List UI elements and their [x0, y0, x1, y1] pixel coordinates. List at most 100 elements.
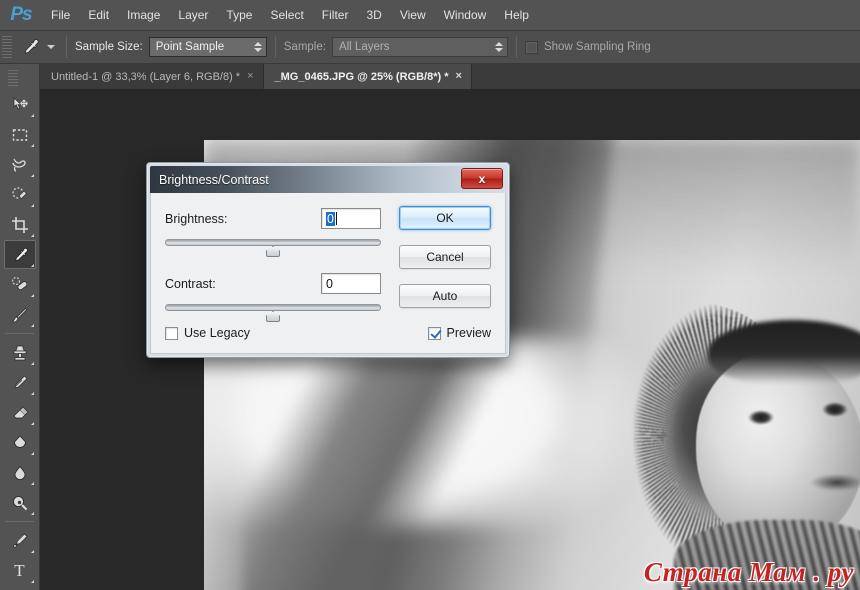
dodge-tool[interactable]: [4, 488, 36, 517]
show-sampling-ring-checkbox[interactable]: Show Sampling Ring: [524, 40, 657, 54]
tab-label: Untitled-1 @ 33,3% (Layer 6, RGB/8) *: [51, 70, 241, 83]
brush-tool[interactable]: [4, 300, 36, 329]
photoshop-logo: Ps: [10, 4, 32, 25]
menu-file[interactable]: File: [42, 0, 79, 31]
menu-window[interactable]: Window: [435, 0, 496, 31]
contrast-input[interactable]: 0: [321, 273, 381, 294]
photo-hat-band: [708, 320, 860, 384]
auto-button[interactable]: Auto: [399, 284, 491, 308]
menu-view[interactable]: View: [391, 0, 435, 31]
dialog-button-column: OK Cancel Auto: [399, 206, 491, 323]
sample-label: Sample:: [283, 41, 326, 53]
preview-checkbox[interactable]: Preview: [427, 326, 491, 340]
photo-child-subject: [576, 302, 860, 590]
dialog-checkbox-row: Use Legacy Preview: [165, 326, 491, 340]
eraser-tool[interactable]: [4, 398, 36, 427]
tool-group-corner-icon: [30, 234, 34, 237]
dialog-title: Brightness/Contrast: [159, 172, 269, 187]
checkmark-icon: [430, 329, 439, 338]
menu-bar: Ps File Edit Image Layer Type Select Fil…: [0, 0, 860, 31]
tool-group-corner-icon: [30, 324, 34, 327]
menu-image[interactable]: Image: [118, 0, 169, 31]
brightness-slider[interactable]: [165, 238, 381, 257]
menu-type[interactable]: Type: [217, 0, 261, 31]
close-icon[interactable]: x: [461, 168, 503, 189]
contrast-label: Contrast:: [165, 276, 216, 291]
use-legacy-box-icon: [165, 326, 178, 340]
menu-help[interactable]: Help: [495, 0, 538, 31]
options-divider-2: [274, 36, 276, 58]
menu-3d[interactable]: 3D: [357, 0, 390, 31]
options-divider-3: [515, 36, 517, 58]
tool-group-corner-icon: [30, 114, 34, 117]
blur-tool[interactable]: [4, 458, 36, 487]
menu-layer[interactable]: Layer: [169, 0, 217, 31]
tool-group-corner-icon: [30, 294, 34, 297]
contrast-slider-thumb[interactable]: [266, 311, 280, 322]
tab-untitled-1[interactable]: Untitled-1 @ 33,3% (Layer 6, RGB/8) * ×: [40, 64, 264, 89]
tab-label: _MG_0465.JPG @ 25% (RGB/8*) *: [274, 70, 449, 83]
menu-edit[interactable]: Edit: [79, 0, 118, 31]
dialog-title-bar[interactable]: Brightness/Contrast x: [150, 166, 506, 193]
path-selection-tool[interactable]: [4, 586, 36, 590]
watermark: Страна Мам . ру: [643, 557, 854, 587]
sample-dropdown[interactable]: All Layers: [331, 37, 508, 57]
text-cursor: [335, 212, 337, 225]
sample-size-dropdown[interactable]: Point Sample: [148, 37, 267, 57]
type-tool[interactable]: T: [4, 556, 36, 585]
tool-group-corner-icon: [30, 422, 34, 425]
gradient-tool[interactable]: [4, 428, 36, 457]
eyedropper-icon[interactable]: [16, 34, 44, 60]
tab-mg-0465[interactable]: _MG_0465.JPG @ 25% (RGB/8*) * ×: [263, 64, 472, 89]
tools-separator-2: [5, 521, 34, 522]
brightness-label: Brightness:: [165, 211, 228, 226]
brightness-slider-track: [165, 239, 381, 246]
sample-spinner-icon: [493, 42, 505, 52]
brightness-value: 0: [326, 211, 335, 226]
clone-stamp-tool[interactable]: [4, 338, 36, 367]
type-tool-glyph: T: [14, 561, 25, 580]
quick-selection-tool[interactable]: [4, 180, 36, 209]
tool-group-corner-icon: [30, 482, 34, 485]
crop-tool[interactable]: [4, 210, 36, 239]
brightness-contrast-dialog: Brightness/Contrast x Brightness: 0 Cont…: [146, 162, 510, 358]
contrast-slider[interactable]: [165, 303, 381, 322]
tab-close-icon[interactable]: ×: [247, 71, 253, 82]
tool-preset-caret-icon[interactable]: [44, 34, 58, 60]
ok-button[interactable]: OK: [399, 206, 491, 230]
tools-separator-1: [5, 333, 34, 334]
options-bar-grip[interactable]: [2, 36, 12, 58]
chevron-down-icon: [47, 45, 55, 49]
tool-group-corner-icon: [30, 264, 34, 267]
tool-group-corner-icon: [30, 144, 34, 147]
rectangular-marquee-tool[interactable]: [4, 120, 36, 149]
history-brush-tool[interactable]: [4, 368, 36, 397]
tool-group-corner-icon: [30, 362, 34, 365]
eyedropper-tool[interactable]: [3, 240, 36, 269]
show-sampling-ring-label: Show Sampling Ring: [543, 41, 651, 53]
tool-group-corner-icon: [30, 512, 34, 515]
tools-panel-grip[interactable]: [8, 70, 18, 86]
options-divider-1: [66, 36, 67, 58]
tool-group-corner-icon: [30, 580, 34, 583]
brightness-slider-thumb[interactable]: [266, 246, 280, 257]
document-tab-bar: Untitled-1 @ 33,3% (Layer 6, RGB/8) * × …: [40, 64, 860, 89]
tool-group-corner-icon: [30, 392, 34, 395]
use-legacy-checkbox[interactable]: Use Legacy: [165, 326, 250, 340]
photo-child-eye-left: [748, 410, 774, 425]
healing-brush-tool[interactable]: [4, 270, 36, 299]
move-tool[interactable]: [4, 90, 36, 119]
cancel-button[interactable]: Cancel: [399, 245, 491, 269]
pen-tool[interactable]: [4, 526, 36, 555]
brightness-row: Brightness: 0: [165, 208, 381, 229]
lasso-tool[interactable]: [4, 150, 36, 179]
use-legacy-label: Use Legacy: [184, 326, 251, 340]
tool-group-corner-icon: [30, 204, 34, 207]
contrast-value: 0: [326, 276, 333, 291]
sample-size-label: Sample Size:: [75, 41, 143, 53]
photo-child-eye-right: [822, 402, 848, 417]
brightness-input[interactable]: 0: [321, 208, 381, 229]
menu-filter[interactable]: Filter: [313, 0, 358, 31]
menu-select[interactable]: Select: [261, 0, 312, 31]
tab-close-icon[interactable]: ×: [456, 71, 462, 82]
